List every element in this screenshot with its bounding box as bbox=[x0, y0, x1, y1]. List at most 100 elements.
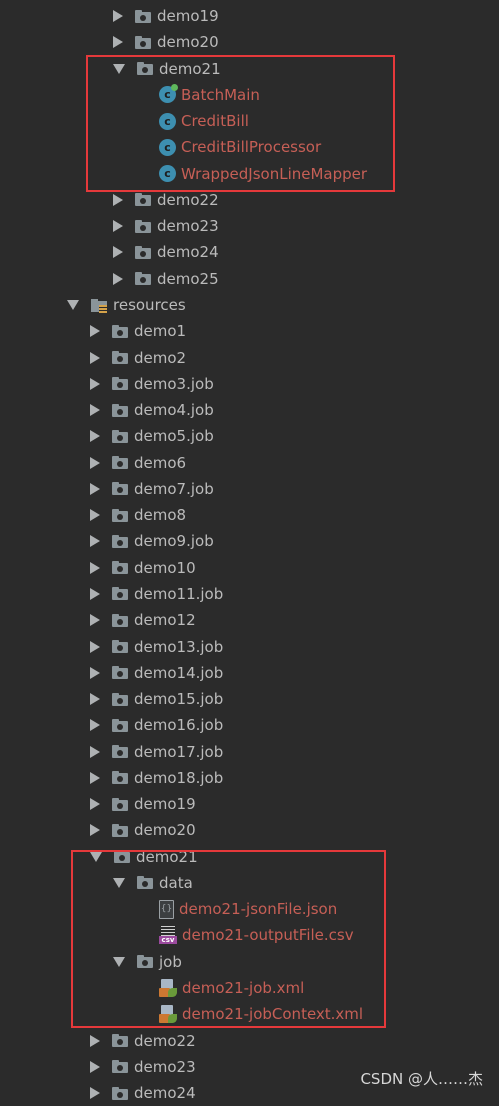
tree-item[interactable]: demo9.job bbox=[0, 528, 499, 554]
collapse-arrow-icon[interactable] bbox=[90, 404, 100, 417]
tree-item-label: demo18.job bbox=[134, 768, 224, 787]
tree-item[interactable]: demo7.job bbox=[0, 476, 499, 502]
tree-item-label: demo24 bbox=[157, 243, 219, 262]
collapse-arrow-icon[interactable] bbox=[113, 220, 123, 233]
collapse-arrow-icon[interactable] bbox=[90, 745, 100, 758]
tree-item-label: demo23 bbox=[157, 217, 219, 236]
tree-item[interactable]: demo3.job bbox=[0, 371, 499, 397]
tree-item-label: demo15.job bbox=[134, 690, 224, 708]
tree-item-label: demo4.job bbox=[134, 401, 214, 420]
tree-item-label: demo14.job bbox=[134, 663, 224, 682]
collapse-arrow-icon[interactable] bbox=[90, 351, 100, 364]
folder-icon bbox=[111, 481, 129, 496]
collapse-arrow-icon[interactable] bbox=[90, 1060, 100, 1073]
tree-item-label: demo11.job bbox=[134, 584, 224, 603]
tree-item[interactable]: demo10 bbox=[0, 555, 499, 581]
tree-item-label: demo20 bbox=[157, 33, 219, 52]
collapse-arrow-icon[interactable] bbox=[90, 535, 100, 548]
tree-item[interactable]: demo4.job bbox=[0, 397, 499, 423]
watermark: CSDN @人……杰 bbox=[360, 1070, 483, 1088]
collapse-arrow-icon[interactable] bbox=[113, 193, 123, 206]
folder-icon bbox=[111, 376, 129, 391]
tree-item[interactable]: demo6 bbox=[0, 450, 499, 476]
folder-icon bbox=[111, 823, 129, 838]
collapse-arrow-icon[interactable] bbox=[90, 325, 100, 338]
collapse-arrow-icon[interactable] bbox=[90, 693, 100, 705]
tree-item[interactable]: demo19 bbox=[0, 791, 499, 817]
collapse-arrow-icon[interactable] bbox=[90, 377, 100, 390]
folder-icon bbox=[111, 534, 129, 549]
folder-icon bbox=[111, 403, 129, 418]
folder-icon bbox=[111, 744, 129, 759]
folder-icon bbox=[111, 718, 129, 733]
tree-item[interactable]: resources bbox=[0, 292, 499, 318]
tree-item[interactable]: demo20 bbox=[0, 29, 499, 55]
tree-item-label: demo24 bbox=[134, 1084, 196, 1103]
folder-icon bbox=[111, 429, 129, 444]
folder-icon bbox=[111, 770, 129, 785]
tree-item[interactable]: demo23 bbox=[0, 213, 499, 239]
collapse-arrow-icon[interactable] bbox=[90, 666, 100, 679]
tree-item[interactable]: demo13.job bbox=[0, 634, 499, 660]
folder-icon bbox=[111, 692, 129, 707]
tree-item[interactable]: demo1 bbox=[0, 318, 499, 344]
tree-item-label: demo20 bbox=[134, 821, 196, 840]
tree-item-label: demo19 bbox=[157, 7, 219, 25]
tree-item-label: demo6 bbox=[134, 453, 187, 472]
collapse-arrow-icon[interactable] bbox=[90, 456, 100, 469]
collapse-arrow-icon[interactable] bbox=[90, 1034, 100, 1047]
collapse-arrow-icon[interactable] bbox=[90, 640, 100, 653]
collapse-arrow-icon[interactable] bbox=[113, 246, 123, 259]
tree-item[interactable]: demo24 bbox=[0, 239, 499, 265]
collapse-arrow-icon[interactable] bbox=[90, 798, 100, 811]
folder-icon bbox=[111, 639, 129, 654]
folder-icon bbox=[134, 219, 152, 234]
tree-item[interactable]: demo5.job bbox=[0, 423, 499, 449]
tree-item[interactable]: demo17.job bbox=[0, 739, 499, 765]
tree-item[interactable]: demo20 bbox=[0, 817, 499, 843]
collapse-arrow-icon[interactable] bbox=[90, 509, 100, 522]
folder-icon bbox=[111, 1033, 129, 1048]
highlight-box-demo21-classes bbox=[86, 55, 395, 192]
collapse-arrow-icon[interactable] bbox=[90, 719, 100, 732]
tree-item-label: resources bbox=[113, 296, 186, 314]
tree-item-label: demo3.job bbox=[134, 374, 214, 393]
folder-icon bbox=[111, 797, 129, 812]
collapse-arrow-icon[interactable] bbox=[90, 430, 100, 443]
tree-item[interactable]: demo12 bbox=[0, 607, 499, 633]
tree-item[interactable]: demo2 bbox=[0, 345, 499, 371]
collapse-arrow-icon[interactable] bbox=[90, 561, 100, 574]
folder-icon bbox=[111, 350, 129, 365]
tree-item-label: demo17.job bbox=[134, 742, 224, 761]
tree-item[interactable]: demo19 bbox=[0, 3, 499, 29]
tree-item[interactable]: demo25 bbox=[0, 266, 499, 292]
collapse-arrow-icon[interactable] bbox=[90, 587, 100, 600]
tree-item[interactable]: demo15.job bbox=[0, 686, 499, 712]
collapse-arrow-icon[interactable] bbox=[90, 614, 100, 627]
folder-icon bbox=[111, 665, 129, 680]
tree-item-label: demo5.job bbox=[134, 427, 214, 446]
folder-icon bbox=[111, 586, 129, 601]
folder-icon bbox=[111, 613, 129, 628]
collapse-arrow-icon[interactable] bbox=[113, 36, 123, 49]
collapse-arrow-icon[interactable] bbox=[90, 1087, 100, 1100]
resources-folder-icon bbox=[90, 298, 108, 313]
tree-item[interactable]: demo14.job bbox=[0, 660, 499, 686]
tree-item-label: demo23 bbox=[134, 1057, 196, 1076]
tree-item[interactable]: demo22 bbox=[0, 1028, 499, 1054]
collapse-arrow-icon[interactable] bbox=[90, 482, 100, 495]
tree-item-label: demo7.job bbox=[134, 479, 214, 498]
collapse-arrow-icon[interactable] bbox=[90, 771, 100, 784]
tree-item[interactable]: demo16.job bbox=[0, 712, 499, 738]
expand-arrow-icon[interactable] bbox=[67, 300, 79, 310]
tree-item-label: demo10 bbox=[134, 558, 196, 577]
folder-icon bbox=[111, 560, 129, 575]
tree-item-label: demo8 bbox=[134, 506, 187, 525]
collapse-arrow-icon[interactable] bbox=[113, 272, 123, 285]
tree-item[interactable]: demo18.job bbox=[0, 765, 499, 791]
folder-icon bbox=[111, 1059, 129, 1074]
collapse-arrow-icon[interactable] bbox=[113, 10, 123, 22]
tree-item[interactable]: demo11.job bbox=[0, 581, 499, 607]
collapse-arrow-icon[interactable] bbox=[90, 824, 100, 837]
tree-item[interactable]: demo8 bbox=[0, 502, 499, 528]
